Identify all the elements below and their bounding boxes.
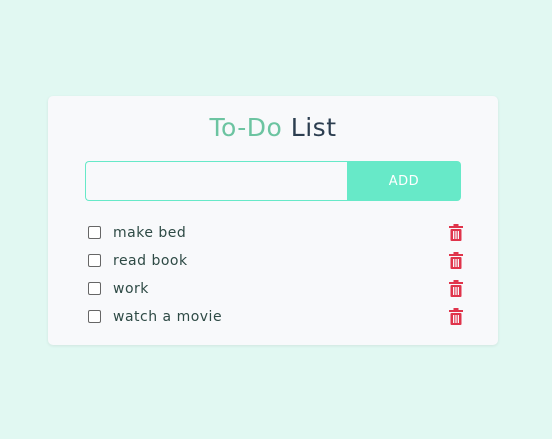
- trash-icon[interactable]: [448, 280, 464, 297]
- add-button[interactable]: ADD: [347, 161, 461, 201]
- page-title: To-Do List: [48, 113, 498, 143]
- title-accent: To-Do: [209, 113, 283, 142]
- trash-icon[interactable]: [448, 224, 464, 241]
- todo-label: read book: [113, 253, 188, 269]
- todo-item: work: [88, 275, 464, 303]
- todo-checkbox[interactable]: [88, 253, 101, 267]
- todo-item: make bed: [88, 219, 464, 247]
- trash-icon[interactable]: [448, 308, 464, 325]
- todo-checkbox[interactable]: [88, 225, 101, 239]
- todo-item: read book: [88, 247, 464, 275]
- add-task-form: ADD: [85, 161, 461, 201]
- trash-icon[interactable]: [448, 252, 464, 269]
- task-input[interactable]: [85, 161, 347, 201]
- title-rest: List: [290, 113, 337, 142]
- todo-label: make bed: [113, 225, 187, 241]
- todo-label: work: [113, 281, 149, 297]
- todo-checkbox[interactable]: [88, 281, 101, 295]
- todo-label: watch a movie: [113, 309, 223, 325]
- todo-item: watch a movie: [88, 303, 464, 331]
- todo-card: To-Do List ADD make bed read book work w…: [48, 96, 498, 345]
- todo-checkbox[interactable]: [88, 309, 101, 323]
- todo-list: make bed read book work watch a movie: [88, 219, 464, 331]
